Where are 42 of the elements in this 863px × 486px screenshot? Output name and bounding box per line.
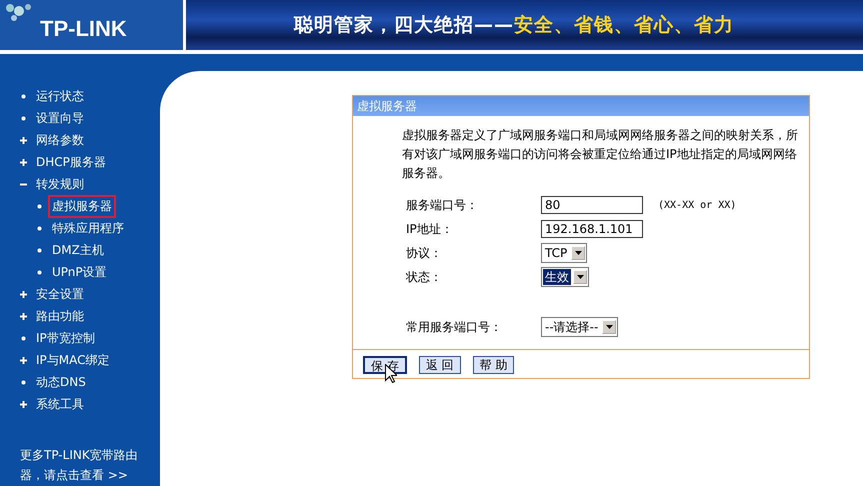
bullet-icon: [20, 334, 27, 342]
sidebar-item[interactable]: 系统工具: [32, 392, 88, 416]
sidebar-item[interactable]: UPnP设置: [48, 260, 111, 284]
sidebar-item[interactable]: 转发规则: [32, 172, 88, 196]
dropdown[interactable]: --请选择--: [541, 317, 618, 337]
bullet-icon: [20, 92, 27, 100]
field-label: 状态：: [406, 268, 443, 286]
sidebar-item[interactable]: 虚拟服务器: [48, 194, 116, 218]
sidebar-item[interactable]: 运行状态: [32, 84, 88, 108]
slogan: 聪明管家，四大绝招——安全、省钱、省心、省力: [294, 13, 734, 38]
field-label: 服务端口号：: [406, 196, 479, 214]
dropdown[interactable]: 生效: [541, 267, 589, 287]
logo-text: TP-LINK: [40, 16, 127, 42]
field-label: 常用服务端口号：: [406, 318, 503, 336]
sidebar-item[interactable]: 路由功能: [32, 304, 88, 328]
sidebar-item[interactable]: DMZ主机: [48, 238, 108, 262]
sidebar-item[interactable]: 动态DNS: [32, 370, 90, 394]
sidebar-item[interactable]: 网络参数: [32, 128, 88, 152]
input-field[interactable]: 80: [541, 196, 643, 214]
sidebar-item[interactable]: 特殊应用程序: [48, 216, 128, 240]
form-button[interactable]: 帮 助: [472, 356, 514, 374]
bullet-icon: [36, 246, 43, 254]
field-label: 协议：: [406, 244, 443, 262]
bullet-icon: [36, 224, 43, 232]
form-button[interactable]: 返 回: [418, 356, 461, 374]
description: 虚拟服务器定义了广域网服务端口和局域网网络服务器之间的映射关系，所有对该广域网服务端口的访问将会被重定位给通过IP地址指定的局域网网络服务器。: [402, 127, 799, 182]
bullet-icon: [36, 202, 43, 210]
dropdown[interactable]: TCP: [541, 243, 588, 263]
sidebar-item[interactable]: 设置向导: [32, 106, 88, 130]
sidebar-item[interactable]: DHCP服务器: [32, 150, 110, 174]
bullet-icon: [20, 378, 27, 386]
field-label: IP地址：: [406, 220, 454, 238]
sidebar-item[interactable]: IP与MAC绑定: [32, 348, 114, 372]
sidebar-item[interactable]: IP带宽控制: [32, 326, 99, 350]
input-field[interactable]: 192.168.1.101: [541, 220, 643, 238]
dots-icon: [4, 2, 34, 24]
sidebar-item[interactable]: 安全设置: [32, 282, 88, 306]
bullet-icon: [36, 268, 43, 276]
more-link[interactable]: 更多TP-LINK宽带路由器，请点击查看 >>: [20, 445, 145, 485]
panel-title: 虚拟服务器: [353, 96, 809, 116]
bullet-icon: [20, 114, 27, 122]
format-hint: (XX-XX or XX): [658, 200, 736, 210]
